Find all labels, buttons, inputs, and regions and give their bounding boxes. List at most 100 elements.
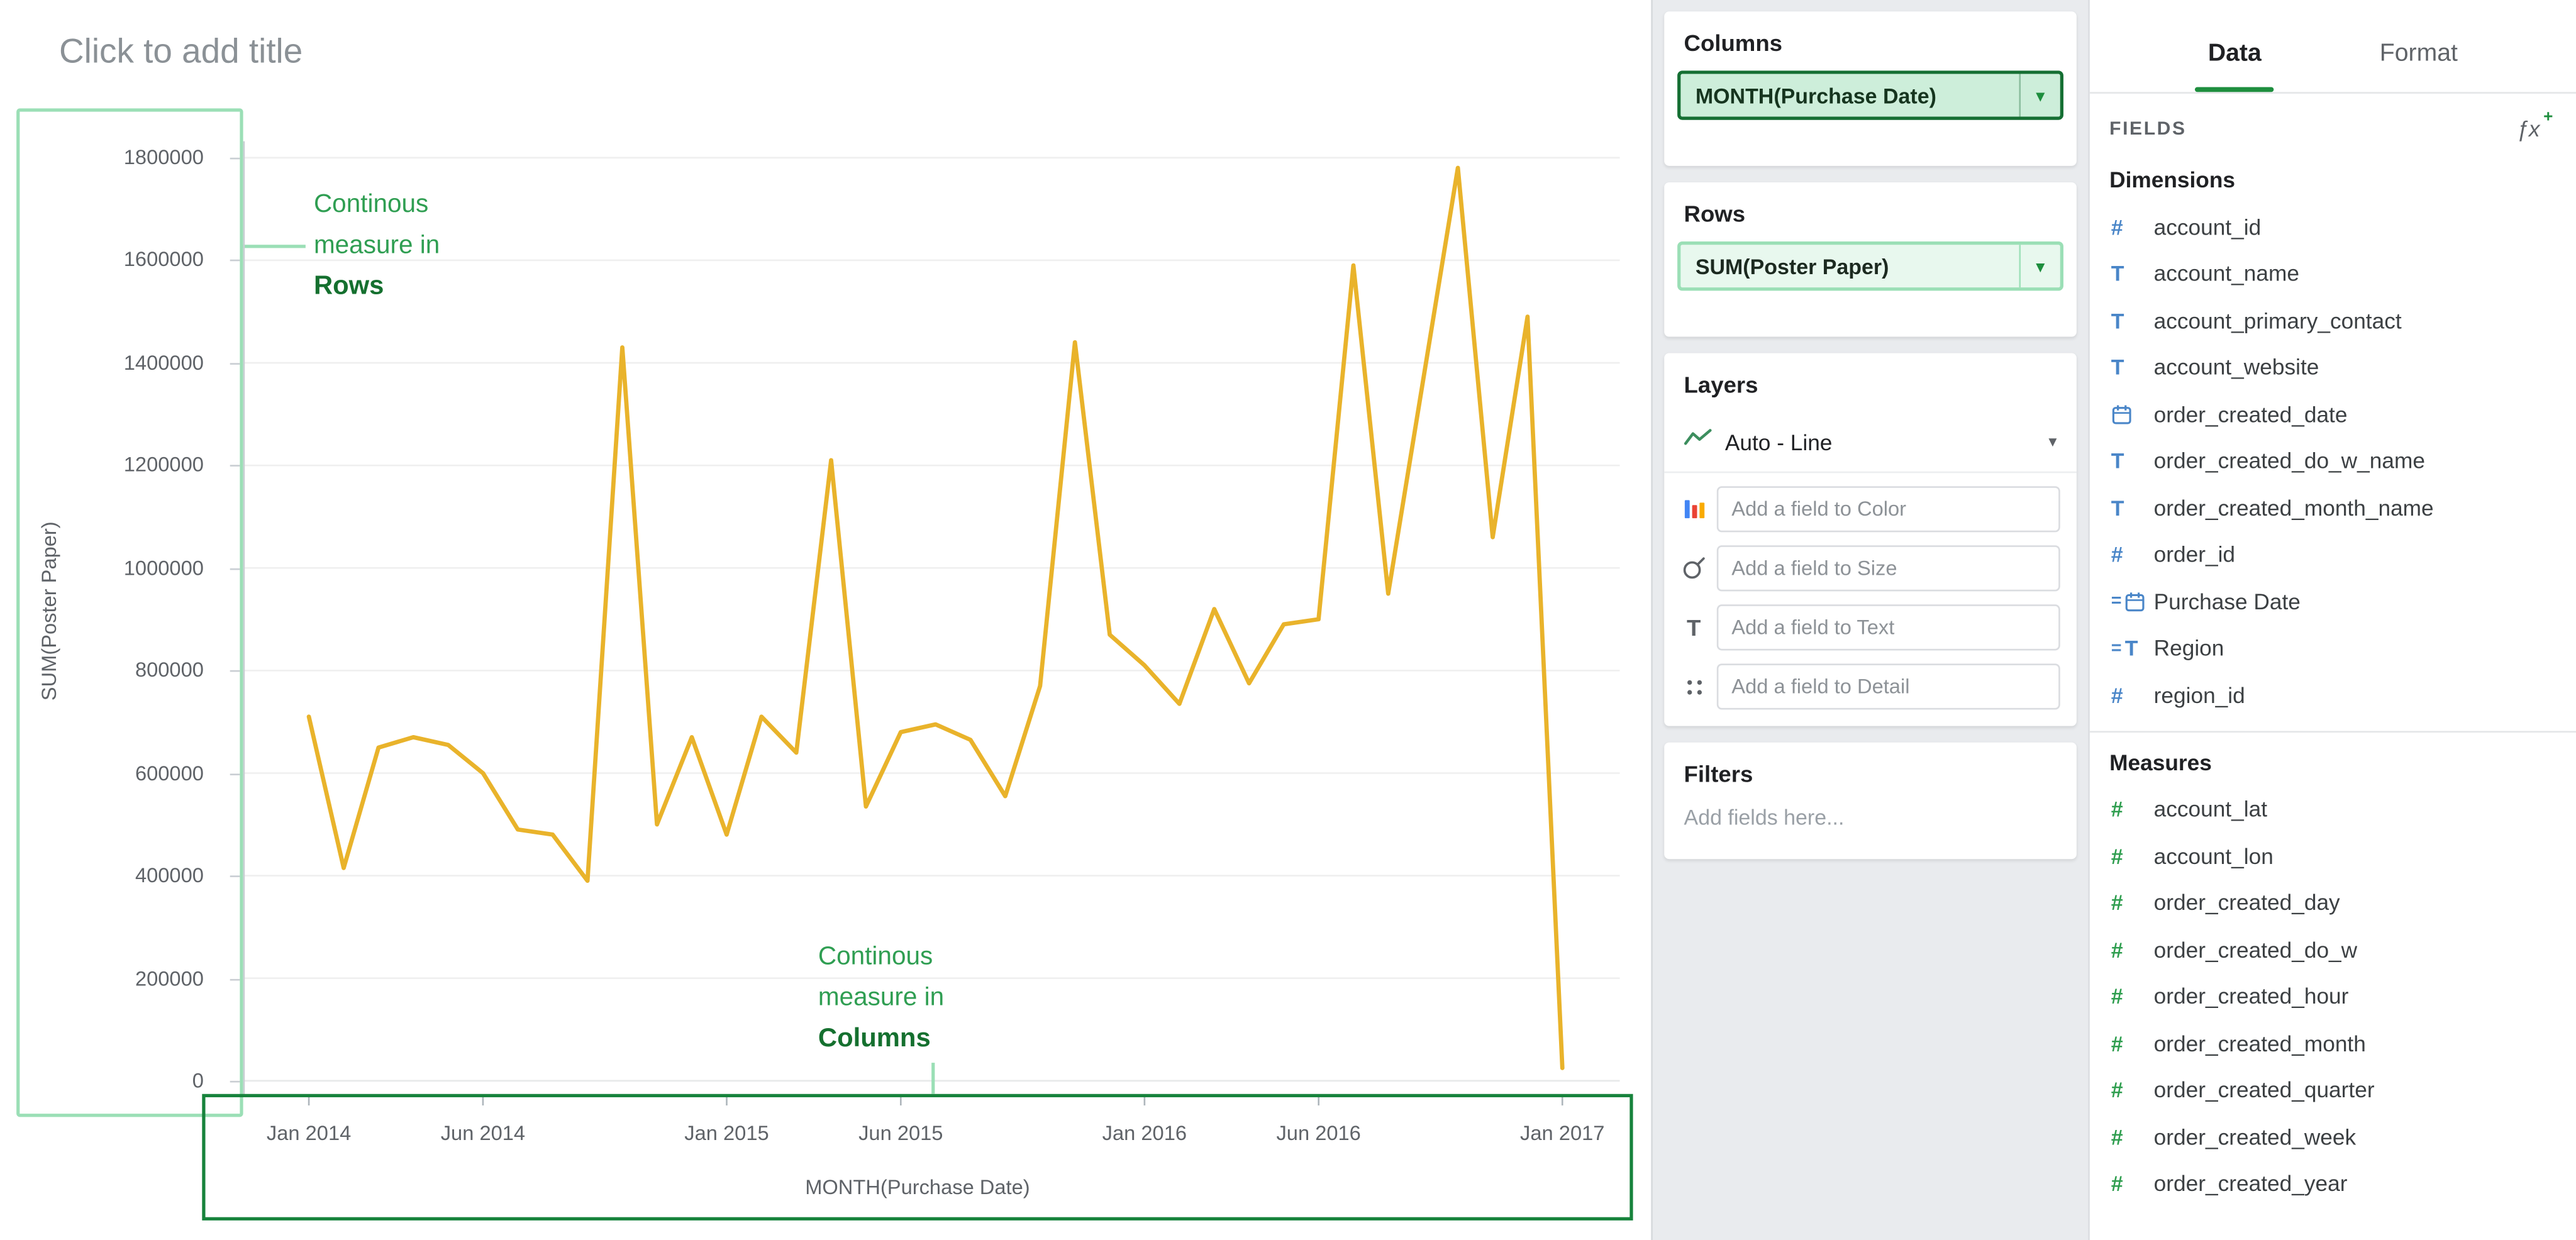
text-drop-row: T bbox=[1671, 604, 2060, 650]
field-account_primary_contact[interactable]: Taccount_primary_contact bbox=[2090, 297, 2576, 344]
y-tick-mark bbox=[230, 158, 240, 160]
num-field-icon: # bbox=[2111, 1171, 2154, 1196]
tab-format[interactable]: Format bbox=[2380, 40, 2458, 92]
field-account_lat[interactable]: #account_lat bbox=[2090, 786, 2576, 833]
field-account_id[interactable]: #account_id bbox=[2090, 204, 2576, 250]
size-drop-row bbox=[1671, 545, 2060, 591]
detail-drop-input[interactable] bbox=[1717, 663, 2060, 709]
field-name: order_created_date bbox=[2154, 402, 2348, 426]
columns-annotation-line2: measure in bbox=[818, 977, 944, 1018]
num-field-icon: # bbox=[2111, 984, 2154, 1009]
y-tick-mark bbox=[230, 260, 240, 262]
field-name: Region bbox=[2154, 636, 2224, 661]
field-account_name[interactable]: Taccount_name bbox=[2090, 250, 2576, 297]
y-tick-mark bbox=[230, 773, 240, 775]
y-tick-label: 1000000 bbox=[62, 555, 204, 581]
plus-icon: + bbox=[2543, 108, 2553, 126]
field-order_created_month_name[interactable]: Torder_created_month_name bbox=[2090, 485, 2576, 531]
columns-annotation-connector bbox=[931, 1063, 935, 1094]
fields-header: FIELDS bbox=[2109, 119, 2186, 138]
field-Purchase Date[interactable]: =Purchase Date bbox=[2090, 578, 2576, 625]
num-field-icon: # bbox=[2111, 797, 2154, 822]
field-name: order_id bbox=[2154, 543, 2235, 567]
y-axis-title: SUM(Poster Paper) bbox=[38, 521, 61, 700]
dimensions-header: Dimensions bbox=[2090, 158, 2576, 204]
field-order_created_date[interactable]: order_created_date bbox=[2090, 391, 2576, 438]
y-tick-label: 0 bbox=[62, 1068, 204, 1094]
chart-title-placeholder[interactable]: Click to add title bbox=[59, 33, 303, 72]
filters-title: Filters bbox=[1664, 743, 2077, 802]
data-pane: Data Format FIELDS ƒx+ Dimensions #accou… bbox=[2088, 0, 2576, 1240]
line-mark-icon bbox=[1684, 427, 1712, 457]
field-name: account_lon bbox=[2154, 844, 2273, 868]
y-tick-mark bbox=[230, 465, 240, 467]
txt-field-icon: T bbox=[2111, 449, 2154, 473]
field-account_website[interactable]: Taccount_website bbox=[2090, 344, 2576, 390]
date-field-icon bbox=[2111, 404, 2154, 425]
field-name: order_created_week bbox=[2154, 1125, 2357, 1149]
field-order_created_day[interactable]: #order_created_day bbox=[2090, 880, 2576, 926]
x-axis-title: MONTH(Purchase Date) bbox=[202, 1176, 1633, 1199]
rows-drop-area[interactable] bbox=[1664, 291, 2077, 336]
field-order_created_hour[interactable]: #order_created_hour bbox=[2090, 973, 2576, 1020]
num-field-icon: # bbox=[2111, 890, 2154, 915]
field-order_created_do_w_name[interactable]: Torder_created_do_w_name bbox=[2090, 438, 2576, 484]
field-account_lon[interactable]: #account_lon bbox=[2090, 833, 2576, 879]
num-field-icon: # bbox=[2111, 1125, 2154, 1149]
y-tick-mark bbox=[230, 363, 240, 365]
txt-field-icon: T bbox=[2111, 262, 2154, 286]
columns-pill-caret-icon[interactable]: ▾ bbox=[2019, 74, 2060, 117]
num-field-icon: # bbox=[2111, 683, 2154, 707]
detail-icon bbox=[1671, 678, 1717, 696]
y-tick-label: 600000 bbox=[62, 760, 204, 787]
num-field-icon: # bbox=[2111, 215, 2154, 240]
field-order_created_month[interactable]: #order_created_month bbox=[2090, 1020, 2576, 1066]
dimensions-list: #account_idTaccount_nameTaccount_primary… bbox=[2090, 204, 2576, 719]
pane-tabs: Data Format bbox=[2090, 0, 2576, 94]
txt-field-icon: T bbox=[2111, 308, 2154, 333]
calculated-txt-field-icon: =T bbox=[2111, 636, 2154, 661]
filters-drop-area[interactable]: Add fields here... bbox=[1664, 802, 2077, 859]
measure-line-mark[interactable] bbox=[309, 168, 1562, 1068]
num-field-icon: # bbox=[2111, 1031, 2154, 1056]
field-name: order_created_do_w bbox=[2154, 938, 2358, 962]
fields-divider bbox=[2090, 730, 2576, 732]
columns-shelf-card: Columns MONTH(Purchase Date) ▾ bbox=[1664, 11, 2077, 166]
chart-canvas[interactable]: Click to add title Continous measure in … bbox=[0, 0, 1651, 1240]
field-name: account_name bbox=[2154, 262, 2299, 286]
columns-shelf-title: Columns bbox=[1664, 11, 2077, 70]
columns-pill[interactable]: MONTH(Purchase Date) ▾ bbox=[1677, 70, 2063, 119]
mark-drop-targets: T bbox=[1664, 486, 2077, 709]
measures-list: #account_lat#account_lon#order_created_d… bbox=[2090, 786, 2576, 1207]
field-order_id[interactable]: #order_id bbox=[2090, 531, 2576, 578]
columns-axis-highlight-box bbox=[202, 1094, 1633, 1221]
mark-type-selector[interactable]: Auto - Line ▾ bbox=[1664, 412, 2077, 473]
size-drop-input[interactable] bbox=[1717, 545, 2060, 591]
y-tick-label: 1200000 bbox=[62, 452, 204, 479]
field-order_created_week[interactable]: #order_created_week bbox=[2090, 1114, 2576, 1160]
field-order_created_year[interactable]: #order_created_year bbox=[2090, 1161, 2576, 1207]
field-order_created_quarter[interactable]: #order_created_quarter bbox=[2090, 1067, 2576, 1114]
shelf-panel: Columns MONTH(Purchase Date) ▾ Rows SUM(… bbox=[1651, 0, 2088, 1240]
y-tick-label: 800000 bbox=[62, 657, 204, 684]
field-Region[interactable]: =TRegion bbox=[2090, 625, 2576, 672]
field-name: order_created_month bbox=[2154, 1031, 2366, 1056]
columns-drop-area[interactable] bbox=[1664, 120, 2077, 166]
color-drop-input[interactable] bbox=[1717, 486, 2060, 532]
add-calculated-field-icon[interactable]: ƒx+ bbox=[2516, 116, 2553, 141]
rows-pill[interactable]: SUM(Poster Paper) ▾ bbox=[1677, 241, 2063, 291]
field-order_created_do_w[interactable]: #order_created_do_w bbox=[2090, 926, 2576, 973]
y-tick-label: 200000 bbox=[62, 965, 204, 992]
columns-pill-label: MONTH(Purchase Date) bbox=[1680, 83, 2019, 108]
tab-data-label: Data bbox=[2208, 40, 2262, 67]
y-tick-mark bbox=[230, 568, 240, 570]
text-drop-input[interactable] bbox=[1717, 604, 2060, 650]
field-name: order_created_year bbox=[2154, 1171, 2348, 1196]
rows-pill-caret-icon[interactable]: ▾ bbox=[2019, 245, 2060, 287]
mark-type-caret-icon[interactable]: ▾ bbox=[2048, 433, 2057, 451]
num-field-icon: # bbox=[2111, 1078, 2154, 1102]
txt-field-icon: T bbox=[2111, 495, 2154, 520]
y-tick-label: 1600000 bbox=[62, 247, 204, 274]
field-region_id[interactable]: #region_id bbox=[2090, 672, 2576, 718]
tab-data[interactable]: Data bbox=[2208, 40, 2262, 92]
